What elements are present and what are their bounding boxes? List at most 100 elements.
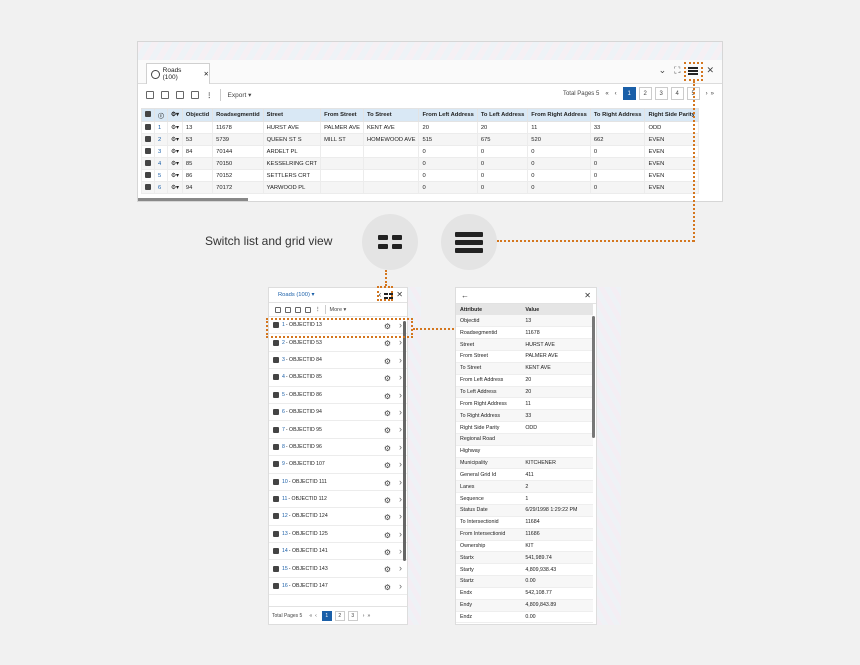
list-item[interactable]: 11 - OBJECTID 112 ⚙ ›: [269, 491, 407, 509]
gear-icon[interactable]: ⚙: [384, 461, 391, 470]
column-header[interactable]: To Left Address: [476, 108, 529, 122]
gear-icon[interactable]: ⚙: [384, 531, 391, 540]
item-checkbox[interactable]: [273, 443, 279, 450]
page-3[interactable]: 3: [654, 87, 668, 100]
select-icon[interactable]: [275, 306, 281, 313]
table-row[interactable]: 2 ⚙▾ 53 5739 QUEEN ST S MILL ST HOMEWOOD AVE 51…: [141, 133, 699, 146]
save-icon[interactable]: [305, 306, 311, 313]
row-gear-icon[interactable]: ⚙▾: [166, 181, 183, 194]
link-icon[interactable]: [285, 306, 291, 313]
first-page-icon[interactable]: «: [309, 613, 312, 619]
gear-icon[interactable]: ⚙: [384, 565, 391, 574]
horizontal-scrollbar[interactable]: [138, 198, 248, 201]
vertical-scrollbar[interactable]: [403, 321, 406, 561]
last-page-icon[interactable]: »: [711, 91, 714, 97]
close-icon[interactable]: ✕: [584, 291, 591, 300]
gear-icon[interactable]: ⚙: [384, 374, 391, 383]
column-header[interactable]: From Right Address: [527, 108, 591, 122]
column-header[interactable]: To Right Address: [589, 108, 646, 122]
next-page-icon[interactable]: ›: [363, 613, 365, 619]
list-item[interactable]: 9 - OBJECTID 107 ⚙ ›: [269, 456, 407, 474]
last-page-icon[interactable]: »: [367, 613, 370, 619]
row-gear-icon[interactable]: ⚙▾: [166, 121, 183, 134]
item-checkbox[interactable]: [273, 565, 279, 572]
chevron-right-icon[interactable]: ›: [399, 529, 402, 539]
item-checkbox[interactable]: [273, 374, 279, 381]
item-checkbox[interactable]: [273, 478, 279, 485]
table-row[interactable]: 3 ⚙▾ 84 70144 ARDELT PL 0 0 0 0 EVEN: [141, 145, 699, 158]
row-gear-icon[interactable]: ⚙▾: [166, 133, 183, 146]
list-item[interactable]: 3 - OBJECTID 84 ⚙ ›: [269, 352, 407, 370]
row-checkbox[interactable]: [141, 181, 155, 194]
list-item[interactable]: 6 - OBJECTID 94 ⚙ ›: [269, 404, 407, 422]
item-checkbox[interactable]: [273, 356, 279, 363]
column-header[interactable]: From Left Address: [418, 108, 478, 122]
table-row[interactable]: 4 ⚙▾ 85 70150 KESSELRING CRT 0 0 0 0 EVEN: [141, 157, 699, 170]
gear-icon[interactable]: ⚙: [384, 583, 391, 592]
more-vert-icon[interactable]: ⋮: [315, 307, 321, 313]
row-number[interactable]: 1: [154, 121, 168, 134]
back-arrow-icon[interactable]: ←: [461, 291, 469, 300]
close-icon[interactable]: ✕: [396, 290, 403, 299]
gear-icon[interactable]: ⚙: [384, 496, 391, 505]
chevron-right-icon[interactable]: ›: [399, 372, 402, 382]
list-item[interactable]: 4 - OBJECTID 85 ⚙ ›: [269, 369, 407, 387]
row-number[interactable]: 5: [154, 169, 168, 182]
chevron-right-icon[interactable]: ›: [399, 459, 402, 469]
gear-icon[interactable]: ⚙: [384, 444, 391, 453]
gear-icon[interactable]: ⚙: [384, 392, 391, 401]
column-header[interactable]: To Street: [362, 108, 420, 122]
chevron-right-icon[interactable]: ›: [399, 407, 402, 417]
table-row[interactable]: 1 ⚙▾ 13 11678 HURST AVE PALMER AVE KENT AVE 20 2…: [141, 121, 699, 134]
close-icon[interactable]: ✕: [706, 65, 714, 76]
row-gear-icon[interactable]: ⚙▾: [166, 169, 183, 182]
row-checkbox[interactable]: [141, 157, 155, 170]
gear-icon[interactable]: ⚙: [384, 426, 391, 435]
list-item[interactable]: 8 - OBJECTID 96 ⚙ ›: [269, 439, 407, 457]
select-all-checkbox[interactable]: [141, 108, 155, 122]
column-header[interactable]: Right Side Parity: [644, 108, 699, 122]
gear-icon[interactable]: ⚙: [384, 339, 391, 348]
chevron-down-icon[interactable]: ⌄: [659, 65, 667, 76]
gear-icon[interactable]: ⚙: [384, 357, 391, 366]
row-gear-icon[interactable]: ⚙▾: [166, 145, 183, 158]
list-item[interactable]: 7 - OBJECTID 95 ⚙ ›: [269, 421, 407, 439]
expand-icon[interactable]: ⛶: [674, 65, 680, 76]
chevron-right-icon[interactable]: ›: [399, 390, 402, 400]
link-icon[interactable]: [161, 91, 169, 99]
chevron-right-icon[interactable]: ›: [399, 477, 402, 487]
gear-icon[interactable]: ⚙: [384, 513, 391, 522]
chevron-right-icon[interactable]: ›: [399, 546, 402, 556]
layer-title-dropdown[interactable]: Roads (100) ▾: [278, 292, 314, 298]
chevron-right-icon[interactable]: ›: [399, 581, 402, 591]
prev-page-icon[interactable]: ‹: [315, 613, 317, 619]
column-header[interactable]: Roadsegmentid: [212, 108, 264, 122]
page-1[interactable]: 1: [321, 610, 332, 621]
gear-icon[interactable]: ⚙: [384, 479, 391, 488]
chevron-right-icon[interactable]: ›: [399, 424, 402, 434]
gear-icon[interactable]: ⚙: [384, 409, 391, 418]
column-header[interactable]: Objectid: [181, 108, 214, 122]
more-vert-icon[interactable]: ⋮: [206, 91, 213, 99]
row-checkbox[interactable]: [141, 133, 155, 146]
row-number[interactable]: 3: [154, 145, 168, 158]
next-page-icon[interactable]: ›: [706, 91, 708, 97]
list-item[interactable]: 13 - OBJECTID 125 ⚙ ›: [269, 526, 407, 544]
save-icon[interactable]: [191, 91, 199, 99]
select-icon[interactable]: [146, 91, 154, 99]
table-row[interactable]: 5 ⚙▾ 86 70152 SETTLERS CRT 0 0 0 0 EVEN: [141, 169, 699, 182]
export-menu[interactable]: Export ▾: [228, 91, 252, 99]
item-checkbox[interactable]: [273, 391, 279, 398]
page-1[interactable]: 1: [622, 87, 636, 100]
list-item[interactable]: 5 - OBJECTID 86 ⚙ ›: [269, 387, 407, 404]
item-checkbox[interactable]: [273, 548, 279, 555]
chevron-right-icon[interactable]: ›: [399, 511, 402, 521]
more-menu[interactable]: More ▾: [330, 307, 347, 313]
row-checkbox[interactable]: [141, 121, 155, 134]
prev-page-icon[interactable]: ‹: [615, 91, 617, 97]
item-checkbox[interactable]: [273, 461, 279, 468]
vertical-scrollbar[interactable]: [592, 316, 595, 438]
chevron-right-icon[interactable]: ›: [399, 442, 402, 452]
item-checkbox[interactable]: [273, 583, 279, 590]
chevron-right-icon[interactable]: ›: [399, 355, 402, 365]
